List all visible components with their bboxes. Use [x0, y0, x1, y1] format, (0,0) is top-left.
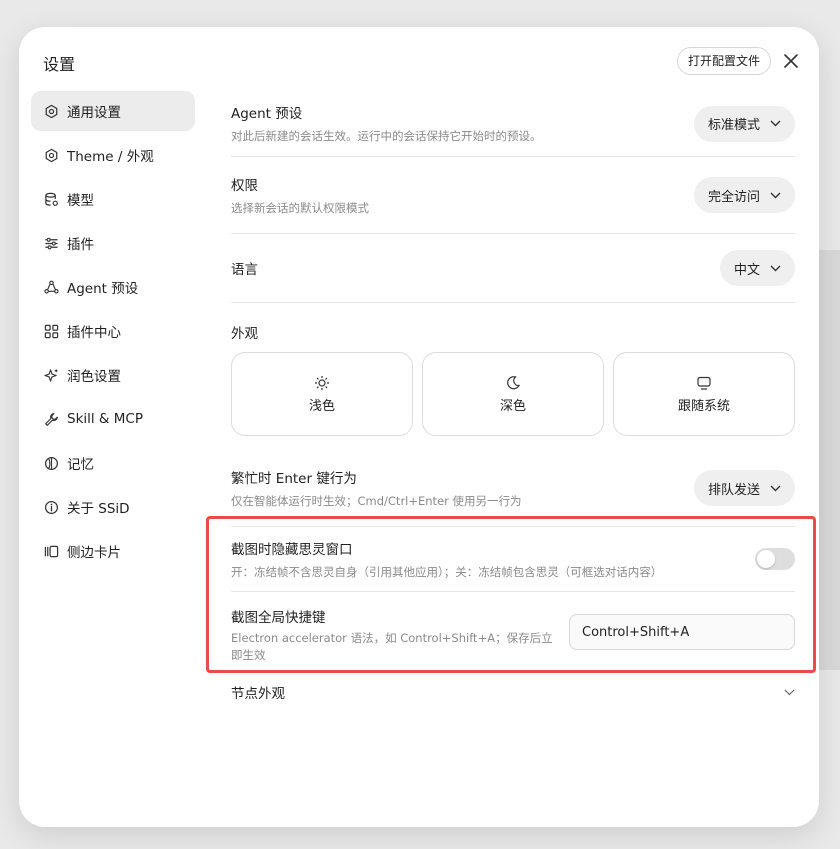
sidebar-item-label: 插件	[67, 237, 94, 253]
sidebar-item-label: 润色设置	[67, 369, 121, 385]
open-config-button[interactable]: 打开配置文件	[676, 47, 771, 75]
close-button[interactable]	[779, 49, 803, 73]
hide-window-row: 截图时隐藏思灵窗口 开：冻结帧不含思灵自身（引用其他应用）；关：冻结帧包含思灵（…	[231, 527, 795, 592]
wrench-icon	[43, 411, 59, 427]
settings-sidebar: 通用设置 Theme / 外观 模型 插件 Agent 预设 插件中心 润色设置…	[31, 91, 195, 575]
memory-icon	[43, 455, 59, 471]
shortcut-row: 截图全局快捷键 Electron accelerator 语法，如 Contro…	[231, 592, 795, 674]
chevron-down-icon	[784, 689, 795, 695]
appearance-title: 外观	[231, 326, 258, 342]
sparkle-icon	[43, 367, 59, 383]
sidebar-item-label: 侧边卡片	[67, 545, 121, 561]
toggle-knob	[757, 550, 775, 568]
language-title: 语言	[231, 262, 258, 278]
sidebar-item-agent-preset[interactable]: Agent 预设	[31, 267, 195, 307]
busy-enter-select[interactable]: 排队发送	[693, 470, 795, 506]
sidebar-item-skill-mcp[interactable]: Skill & MCP	[31, 399, 195, 439]
sidebar-item-label: 记忆	[67, 457, 94, 473]
shortcut-desc: Electron accelerator 语法，如 Control+Shift+…	[231, 631, 553, 662]
permission-value: 完全访问	[707, 189, 760, 205]
shortcut-title: 截图全局快捷键	[231, 610, 326, 626]
permission-title: 权限	[231, 177, 258, 194]
cards-icon	[43, 543, 59, 559]
sidebar-item-label: 关于 SSiD	[67, 501, 130, 517]
appearance-dark-card[interactable]: 深色	[422, 352, 604, 436]
sidebar-item-label: 通用设置	[67, 105, 121, 121]
permission-select[interactable]: 完全访问	[693, 177, 795, 213]
sidebar-item-memory[interactable]: 记忆	[31, 443, 195, 483]
chevron-down-icon	[770, 265, 781, 271]
sidebar-item-side-cards[interactable]: 侧边卡片	[31, 531, 195, 571]
busy-enter-title: 繁忙时 Enter 键行为	[231, 470, 357, 487]
agent-icon	[43, 279, 59, 295]
hide-window-toggle[interactable]	[755, 548, 795, 570]
busy-enter-value: 排队发送	[707, 482, 760, 498]
node-appearance-row[interactable]: 节点外观	[231, 674, 795, 710]
hide-window-desc: 开：冻结帧不含思灵自身（引用其他应用）；关：冻结帧包含思灵（可框选对话内容）	[231, 564, 663, 579]
theme-icon	[43, 147, 59, 163]
info-icon	[43, 499, 59, 515]
appearance-options: 浅色 深色 跟随系统	[231, 352, 795, 436]
sidebar-item-label: Agent 预设	[67, 281, 139, 297]
sun-icon	[315, 375, 329, 390]
appearance-light-card[interactable]: 浅色	[231, 352, 413, 436]
permission-row: 权限 选择新会话的默认权限模式 完全访问	[231, 157, 795, 234]
sidebar-item-theme[interactable]: Theme / 外观	[31, 135, 195, 175]
sidebar-item-plugin-center[interactable]: 插件中心	[31, 311, 195, 351]
sliders-icon	[43, 235, 59, 251]
moon-icon	[507, 375, 521, 389]
sidebar-item-label: 插件中心	[67, 325, 121, 341]
sidebar-item-label: Theme / 外观	[67, 149, 154, 165]
language-row: 语言 中文	[231, 234, 795, 303]
agent-preset-title: Agent 预设	[231, 106, 303, 122]
modal-title: 设置	[43, 55, 76, 74]
appearance-section: 外观 浅色 深色 跟随系统	[231, 303, 795, 450]
chevron-down-icon	[770, 120, 781, 127]
appearance-light-label: 浅色	[308, 398, 335, 414]
shortcut-input[interactable]	[569, 614, 795, 650]
sidebar-item-plugins[interactable]: 插件	[31, 223, 195, 263]
sidebar-item-general[interactable]: 通用设置	[31, 91, 195, 131]
hide-window-title: 截图时隐藏思灵窗口	[231, 541, 353, 558]
monitor-icon	[697, 376, 711, 390]
appearance-dark-label: 深色	[499, 398, 526, 414]
agent-preset-value: 标准模式	[707, 118, 760, 133]
language-select[interactable]: 中文	[719, 250, 795, 286]
sidebar-item-label: Skill & MCP	[67, 411, 143, 427]
agent-preset-desc: 对此后新建的会话生效。运行中的会话保持它开始时的预设。	[231, 129, 542, 143]
chevron-down-icon	[770, 485, 781, 491]
appearance-system-card[interactable]: 跟随系统	[613, 352, 795, 436]
language-value: 中文	[733, 262, 760, 278]
gear-icon	[43, 103, 59, 119]
permission-desc: 选择新会话的默认权限模式	[231, 200, 369, 215]
sidebar-item-model[interactable]: 模型	[31, 179, 195, 219]
agent-preset-select[interactable]: 标准模式	[693, 105, 795, 142]
node-appearance-title: 节点外观	[231, 686, 285, 702]
sidebar-item-label: 模型	[67, 193, 94, 209]
agent-preset-row: Agent 预设 对此后新建的会话生效。运行中的会话保持它开始时的预设。 标准模…	[231, 91, 795, 157]
database-icon	[43, 191, 59, 207]
grid-icon	[43, 323, 59, 339]
settings-content: Agent 预设 对此后新建的会话生效。运行中的会话保持它开始时的预设。 标准模…	[231, 91, 795, 710]
chevron-down-icon	[770, 192, 781, 198]
close-icon	[784, 54, 798, 68]
settings-modal: 设置 打开配置文件 通用设置 Theme / 外观 模型 插件 Agent 预设…	[19, 27, 819, 827]
busy-enter-row: 繁忙时 Enter 键行为 仅在智能体运行时生效；Cmd/Ctrl+Enter …	[231, 450, 795, 527]
sidebar-item-polish[interactable]: 润色设置	[31, 355, 195, 395]
busy-enter-desc: 仅在智能体运行时生效；Cmd/Ctrl+Enter 使用另一行为	[231, 493, 522, 508]
sidebar-item-about[interactable]: 关于 SSiD	[31, 487, 195, 527]
appearance-system-label: 跟随系统	[677, 398, 730, 414]
